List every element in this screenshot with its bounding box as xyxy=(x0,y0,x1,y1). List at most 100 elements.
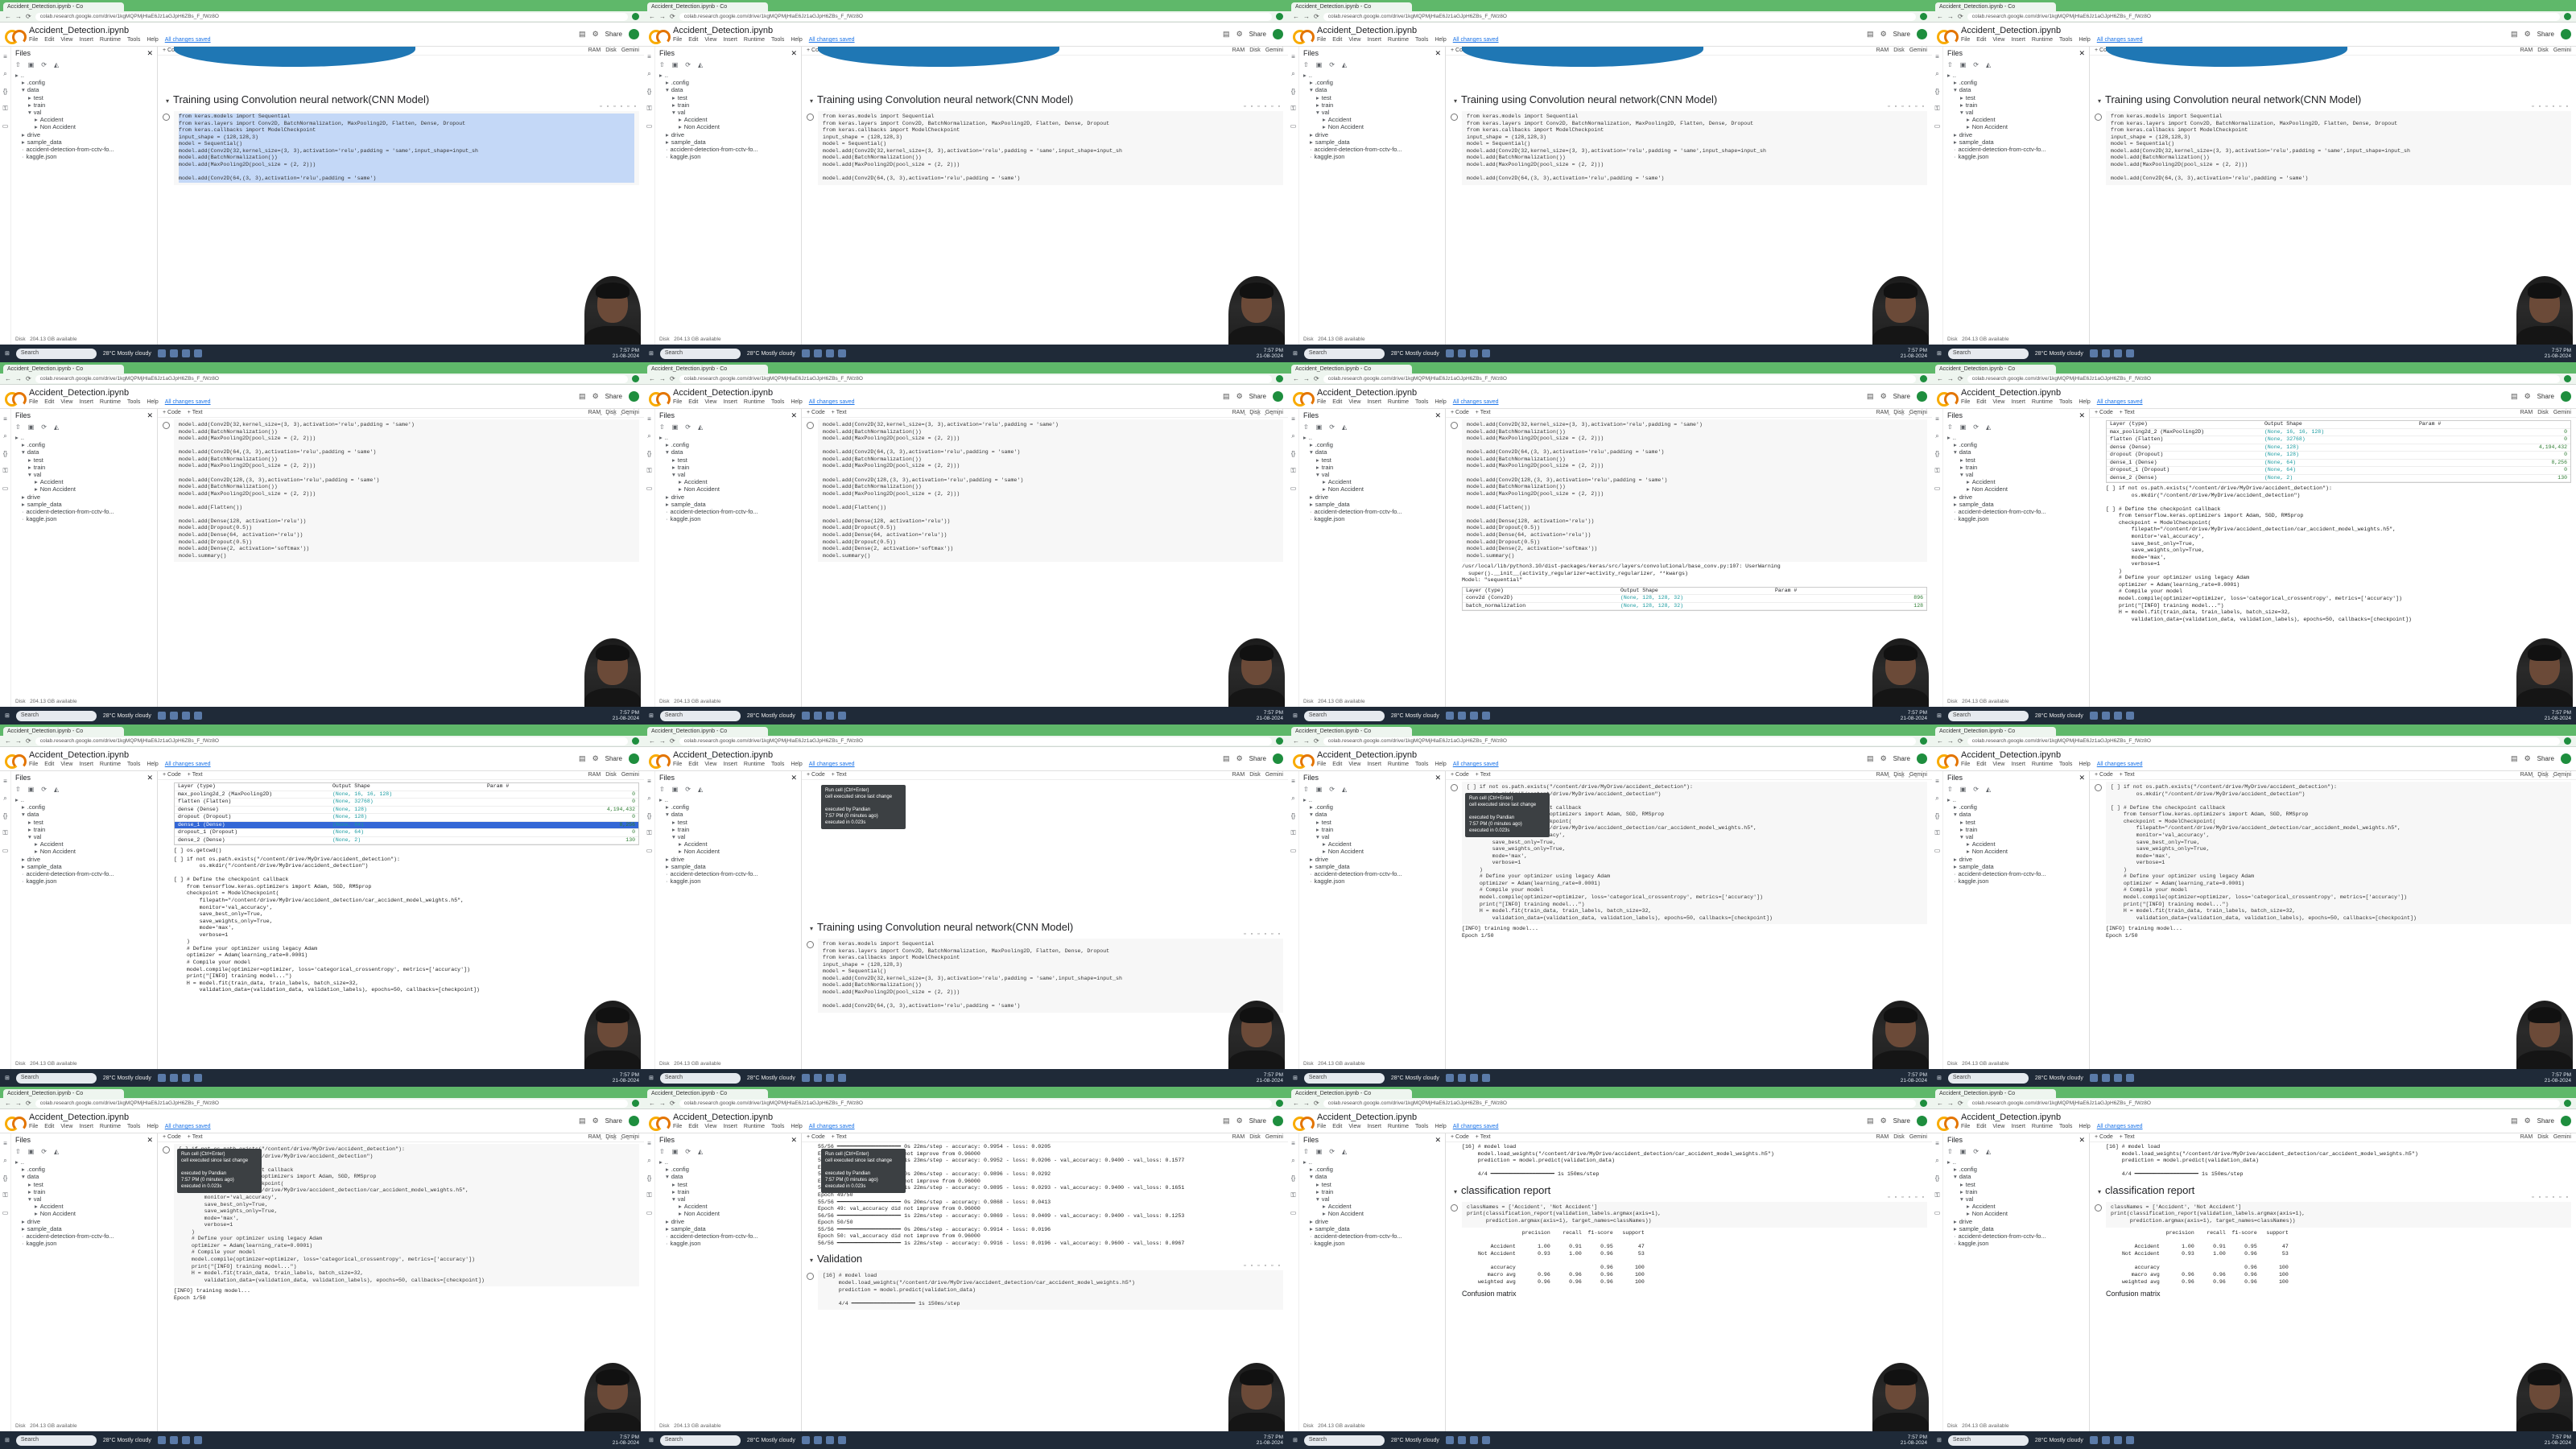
link-icon[interactable]: ▫ xyxy=(1901,1195,1903,1200)
file-tree-item[interactable]: · kaggle.json xyxy=(1303,1240,1441,1247)
file-tree-item[interactable]: ▾ val xyxy=(1303,471,1441,478)
upload-icon[interactable]: ⇧ xyxy=(659,61,665,68)
address-field[interactable]: colab.research.google.com/drive/1kgMQPMj… xyxy=(679,374,1272,383)
tree-toggle-icon[interactable]: ▸ xyxy=(666,138,669,146)
file-tree-item[interactable]: · kaggle.json xyxy=(15,153,153,160)
file-tree-item[interactable]: ▸ Accident xyxy=(1303,116,1441,123)
tree-toggle-icon[interactable]: · xyxy=(22,146,24,153)
menu-icon[interactable]: ≡ xyxy=(1935,53,1939,60)
menu-file[interactable]: File xyxy=(29,37,38,43)
file-tree-item[interactable]: ▸ .config xyxy=(1947,441,2085,448)
file-tree-item[interactable]: ▸ train xyxy=(1303,826,1441,833)
save-status[interactable]: All changes saved xyxy=(165,37,211,43)
code-text[interactable]: model.add(Conv2D(32,kernel_size=(3, 3),a… xyxy=(179,422,634,559)
file-tree-item[interactable]: ▸ Non Accident xyxy=(15,1210,153,1217)
code-cell[interactable]: ▫ ▫ ▫ ▫ ▫ ▫ classNames = ['Accident', 'Not Acc… xyxy=(2095,1195,2571,1228)
file-tree-item[interactable]: ▸ Accident xyxy=(1303,478,1441,485)
new-folder-icon[interactable]: ▣ xyxy=(28,786,35,793)
tree-toggle-icon[interactable]: ▸ xyxy=(672,1181,675,1188)
close-icon[interactable]: ✕ xyxy=(791,411,797,420)
menu-edit[interactable]: Edit xyxy=(44,37,54,43)
key-icon[interactable]: ⚿ xyxy=(2,1191,7,1199)
file-tree-item[interactable]: ▸ sample_data xyxy=(659,1225,797,1232)
refresh-icon[interactable]: ⟳ xyxy=(1329,61,1335,68)
gemini-button[interactable]: Gemini xyxy=(2553,47,2571,54)
tree-toggle-icon[interactable]: ▸ xyxy=(1954,856,1957,863)
menu-file[interactable]: File xyxy=(29,762,38,767)
address-field[interactable]: colab.research.google.com/drive/1kgMQPMj… xyxy=(679,12,1272,21)
file-tree-item[interactable]: ▸ test xyxy=(1303,1181,1441,1188)
comment-icon[interactable]: ▤ xyxy=(2511,754,2518,763)
forward-icon[interactable]: → xyxy=(1303,1100,1310,1107)
menu-insert[interactable]: Insert xyxy=(1367,37,1381,43)
back-icon[interactable]: ← xyxy=(649,1100,655,1107)
code-cell[interactable]: ▫ ▫ ▫ ▫ ▫ ▫ model.add(Conv2D(32,kernel_size=(3… xyxy=(807,412,1283,563)
forward-icon[interactable]: → xyxy=(15,13,22,20)
file-tree-item[interactable]: · accident-detection-from-cctv-fo... xyxy=(1947,1232,2085,1240)
file-tree-item[interactable]: ▾ val xyxy=(1303,1195,1441,1203)
save-status[interactable]: All changes saved xyxy=(2097,399,2143,405)
colab-logo-icon[interactable] xyxy=(649,753,671,769)
file-tree-item[interactable]: ▸ .config xyxy=(659,803,797,811)
tree-toggle-icon[interactable]: ▾ xyxy=(666,448,669,456)
reload-icon[interactable]: ⟳ xyxy=(670,375,675,382)
tree-toggle-icon[interactable]: ▸ xyxy=(1323,123,1326,130)
profile-avatar[interactable] xyxy=(1920,13,1927,20)
comment-icon[interactable]: ▤ xyxy=(1867,392,1874,401)
refresh-icon[interactable]: ⟳ xyxy=(1973,61,1979,68)
vscode-icon[interactable] xyxy=(193,349,202,357)
add-text-button[interactable]: + Text xyxy=(832,1134,847,1141)
settings-icon[interactable]: ⚙ xyxy=(592,392,599,401)
file-tree-item[interactable]: ▸ Accident xyxy=(1303,1203,1441,1210)
folder-icon[interactable]: ▭ xyxy=(646,485,653,492)
tree-toggle-icon[interactable]: ▾ xyxy=(1310,1173,1313,1180)
upload-icon[interactable]: ⇧ xyxy=(15,423,21,431)
file-tree-item[interactable]: ▸ .config xyxy=(15,803,153,811)
run-cell-icon[interactable] xyxy=(163,114,170,121)
folder-icon[interactable]: ▭ xyxy=(2,847,9,854)
file-tree-item[interactable]: ▸ train xyxy=(1947,826,2085,833)
chrome-icon[interactable] xyxy=(1457,1436,1466,1444)
file-tree-item[interactable]: ▸ train xyxy=(1303,101,1441,109)
menu-help[interactable]: Help xyxy=(2079,37,2090,43)
file-tree-item[interactable]: ▸.. xyxy=(1303,72,1441,79)
save-status[interactable]: All changes saved xyxy=(809,762,855,767)
forward-icon[interactable]: → xyxy=(1303,737,1310,745)
link-icon[interactable]: ▫ xyxy=(613,1137,615,1142)
tree-toggle-icon[interactable]: · xyxy=(22,1232,24,1240)
file-tree-item[interactable]: ▸ Accident xyxy=(1947,478,2085,485)
upload-icon[interactable]: ⇧ xyxy=(15,1148,21,1155)
tree-toggle-icon[interactable]: ▸ xyxy=(1967,116,1970,123)
file-tree-item[interactable]: ▸.. xyxy=(15,434,153,441)
tree-toggle-icon[interactable]: ▸ xyxy=(35,485,38,493)
user-avatar[interactable] xyxy=(629,29,639,39)
file-tree-item[interactable]: ▸.. xyxy=(1947,72,2085,79)
taskbar-search[interactable]: Search xyxy=(15,1435,97,1446)
menu-icon[interactable]: ≡ xyxy=(1291,415,1295,423)
weather-widget[interactable]: 28°C Mostly cloudy xyxy=(103,1438,151,1443)
drive-icon[interactable]: ◭ xyxy=(54,786,59,793)
back-icon[interactable]: ← xyxy=(1293,737,1299,745)
menu-edit[interactable]: Edit xyxy=(1976,1124,1986,1129)
user-avatar[interactable] xyxy=(1273,1116,1283,1126)
menu-help[interactable]: Help xyxy=(1435,399,1446,405)
file-tree-item[interactable]: · kaggle.json xyxy=(15,515,153,522)
forward-icon[interactable]: → xyxy=(15,375,22,382)
tree-toggle-icon[interactable]: ▸ xyxy=(1967,485,1970,493)
move-down-icon[interactable]: ▫ xyxy=(1251,931,1253,937)
tree-toggle-icon[interactable]: ▾ xyxy=(22,448,25,456)
windows-start-icon[interactable]: ⊞ xyxy=(649,1437,654,1443)
profile-avatar[interactable] xyxy=(2564,13,2571,20)
tree-toggle-icon[interactable]: ▸ xyxy=(1960,819,1963,826)
save-status[interactable]: All changes saved xyxy=(809,37,855,43)
tree-toggle-icon[interactable]: ▸ xyxy=(666,863,669,870)
tree-toggle-icon[interactable]: ▸ xyxy=(28,94,31,101)
browser-tab[interactable]: Accident_Detection.ipynb - Co xyxy=(647,365,768,374)
key-icon[interactable]: ⚿ xyxy=(2,467,7,475)
code-text[interactable]: from keras.models import Sequential from… xyxy=(823,941,1278,1010)
code-text[interactable]: from keras.models import Sequential from… xyxy=(823,114,1278,183)
code-icon[interactable]: {} xyxy=(1935,450,1939,457)
file-tree-item[interactable]: · kaggle.json xyxy=(1947,1240,2085,1247)
back-icon[interactable]: ← xyxy=(5,1100,11,1107)
comment-icon[interactable]: ▤ xyxy=(1223,754,1230,763)
